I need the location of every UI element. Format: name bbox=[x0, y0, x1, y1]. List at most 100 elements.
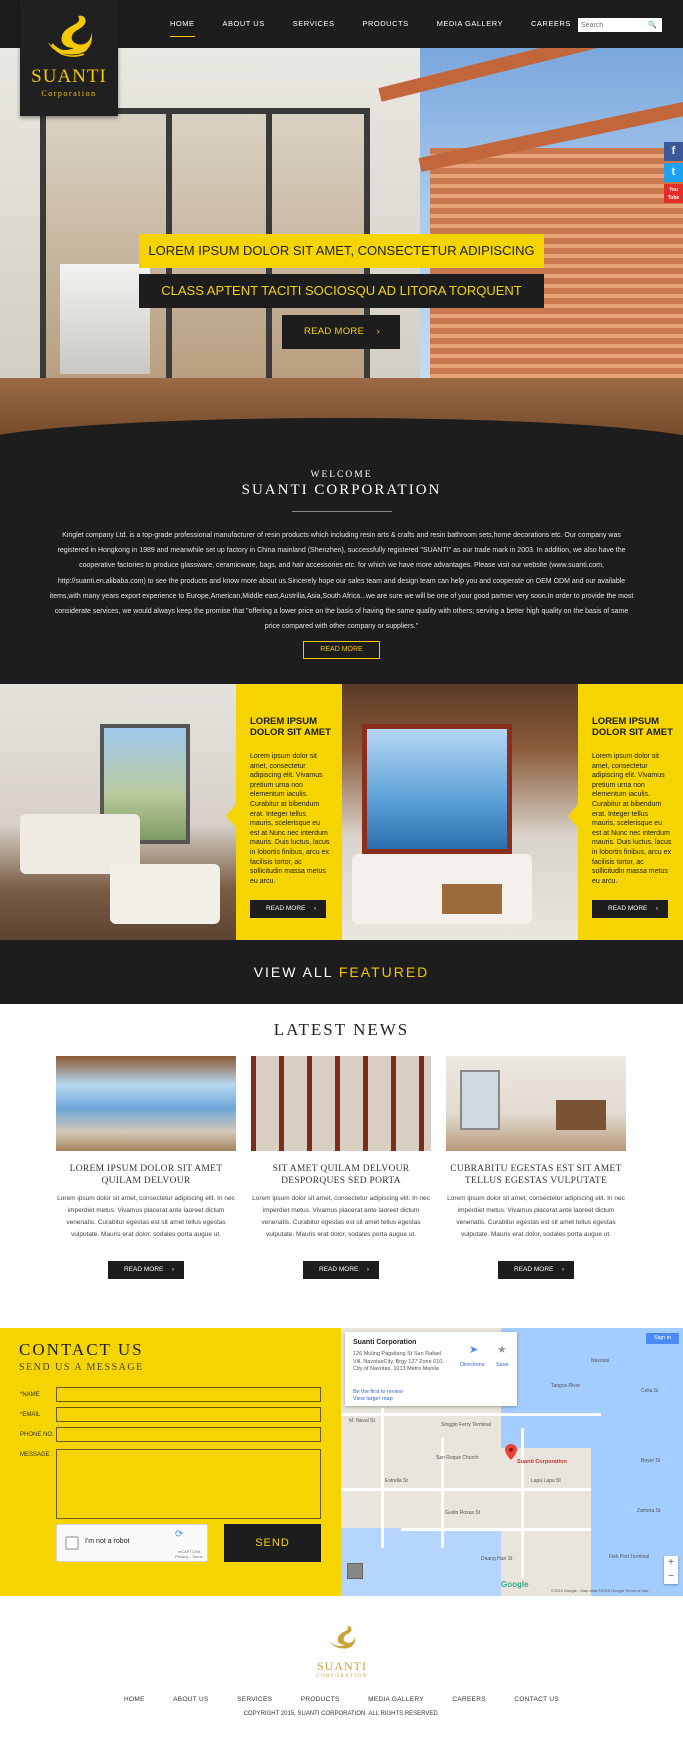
feature-image bbox=[0, 684, 236, 940]
hero-read-more-button[interactable]: READ MORE › bbox=[282, 315, 400, 349]
phone-field[interactable] bbox=[56, 1427, 321, 1442]
footer-logo[interactable]: SUANTI CORPORATION bbox=[310, 1624, 374, 1679]
logo-brand: SUANTI bbox=[31, 66, 107, 87]
google-logo: Google bbox=[501, 1580, 529, 1589]
zoom-in-icon[interactable]: + bbox=[664, 1556, 678, 1570]
footer-nav-media-gallery[interactable]: MEDIA GALLERY bbox=[368, 1696, 424, 1703]
feature-card: LOREM IPSUM DOLOR SIT AMET Lorem ipsum d… bbox=[226, 684, 342, 940]
recaptcha-widget: I'm not a robot ⟳ reCAPTCHA Privacy - Te… bbox=[56, 1524, 208, 1562]
map-label: San Roque Church bbox=[436, 1455, 479, 1461]
map-label: Lapu Lapu St bbox=[531, 1478, 561, 1484]
view-all-featured-link[interactable]: VIEW ALL FEATURED bbox=[0, 940, 683, 1004]
news-read-more-button[interactable]: READ MORE › bbox=[303, 1261, 379, 1279]
nav-services[interactable]: SERVICES bbox=[293, 17, 335, 37]
feature-read-more-button[interactable]: READ MORE › bbox=[250, 900, 326, 918]
nav-media-gallery[interactable]: MEDIA GALLERY bbox=[437, 17, 503, 37]
news-image[interactable] bbox=[251, 1056, 431, 1151]
contact-subtitle: SEND US A MESSAGE bbox=[19, 1362, 144, 1373]
map-label: M. Naval St bbox=[349, 1418, 375, 1424]
youtube-icon[interactable]: You Tube bbox=[664, 184, 683, 203]
welcome-paragraph: Kinglet company Ltd. is a top-grade prof… bbox=[49, 532, 634, 631]
zoom-out-icon[interactable]: − bbox=[664, 1570, 678, 1584]
email-label: *EMAIL bbox=[20, 1412, 41, 1418]
map-road bbox=[401, 1528, 591, 1531]
facebook-icon[interactable]: f bbox=[664, 142, 683, 161]
nav-careers[interactable]: CAREERS bbox=[531, 17, 571, 37]
email-field[interactable] bbox=[56, 1407, 321, 1422]
footer-nav-careers[interactable]: CAREERS bbox=[452, 1696, 486, 1703]
news-excerpt: Lorem ipsum dolor sit amet, consectetur … bbox=[447, 1195, 625, 1238]
map-water bbox=[341, 1528, 501, 1596]
directions-icon[interactable]: ➤ bbox=[469, 1343, 478, 1356]
save-link[interactable]: Save bbox=[496, 1362, 509, 1368]
news-button-label: READ MORE bbox=[124, 1266, 164, 1273]
message-field[interactable] bbox=[56, 1449, 321, 1519]
site-footer: SUANTI CORPORATION HOME ABOUT US SERVICE… bbox=[0, 1596, 683, 1756]
map-larger-link[interactable]: View larger map bbox=[353, 1396, 393, 1402]
feature-text: Lorem ipsum dolor sit amet, consectetur … bbox=[250, 753, 330, 885]
welcome-kicker: WELCOME bbox=[310, 470, 373, 480]
street-view-icon[interactable] bbox=[347, 1563, 363, 1579]
map-info-window: Suanti Corporation 126 Muling Pagsilang … bbox=[345, 1332, 517, 1406]
footer-nav-about[interactable]: ABOUT US bbox=[173, 1696, 209, 1703]
footer-nav-home[interactable]: HOME bbox=[124, 1696, 145, 1703]
recaptcha-links[interactable]: Privacy - Terms bbox=[175, 1554, 202, 1559]
divider bbox=[292, 511, 392, 512]
nav-about[interactable]: ABOUT US bbox=[223, 17, 265, 37]
map-pin-icon[interactable] bbox=[505, 1444, 517, 1460]
map-links: Be the first to review View larger map bbox=[353, 1389, 403, 1403]
news-read-more-button[interactable]: READ MORE › bbox=[498, 1261, 574, 1279]
map-place-name: Suanti Corporation bbox=[353, 1339, 417, 1346]
map-attribution: ©2015 Google - Map data ©2015 Google Ter… bbox=[551, 1588, 649, 1593]
logo-subtitle: Corporation bbox=[41, 89, 97, 98]
news-excerpt: Lorem ipsum dolor sit amet, consectetur … bbox=[252, 1195, 430, 1238]
map-label: Estrella St bbox=[385, 1478, 408, 1484]
news-item: LOREM IPSUM DOLOR SIT AMET QUILAM DELVOU… bbox=[56, 1056, 236, 1279]
news-item: CUBRABITU EGESTAS EST SIT AMET TELLUS EG… bbox=[446, 1056, 626, 1279]
twitter-icon[interactable]: t bbox=[664, 163, 683, 182]
news-heading[interactable]: CUBRABITU EGESTAS EST SIT AMET TELLUS EG… bbox=[446, 1163, 626, 1187]
map-sign-in-button[interactable]: Sign in bbox=[646, 1333, 679, 1344]
directions-link[interactable]: Directions bbox=[460, 1362, 484, 1368]
chevron-right-icon: › bbox=[561, 1266, 564, 1273]
send-button[interactable]: SEND bbox=[224, 1524, 321, 1562]
search-icon[interactable]: 🔍 bbox=[648, 21, 657, 29]
nav-products[interactable]: PRODUCTS bbox=[363, 17, 409, 37]
news-button-label: READ MORE bbox=[319, 1266, 359, 1273]
feature-card: LOREM IPSUM DOLOR SIT AMET Lorem ipsum d… bbox=[568, 684, 683, 940]
news-heading[interactable]: SIT AMET QUILAM DELVOUR DESPORQUES SED P… bbox=[251, 1163, 431, 1187]
map-address: 126 Muling Pagsilang St San Rafael Vill,… bbox=[353, 1351, 444, 1372]
footer-nav-contact[interactable]: CONTACT US bbox=[514, 1696, 559, 1703]
map-zoom-control: + − bbox=[664, 1556, 678, 1584]
search-input[interactable] bbox=[578, 21, 648, 29]
news-read-more-button[interactable]: READ MORE › bbox=[108, 1261, 184, 1279]
footer-nav-services[interactable]: SERVICES bbox=[237, 1696, 272, 1703]
news-excerpt: Lorem ipsum dolor sit amet, consectetur … bbox=[57, 1195, 235, 1238]
welcome-title: SUANTI CORPORATION bbox=[241, 482, 442, 498]
news-image[interactable] bbox=[446, 1056, 626, 1151]
name-field[interactable] bbox=[56, 1387, 321, 1402]
welcome-read-more-button[interactable]: READ MORE bbox=[303, 641, 380, 659]
recaptcha-checkbox[interactable] bbox=[65, 1536, 79, 1550]
news-item: SIT AMET QUILAM DELVOUR DESPORQUES SED P… bbox=[251, 1056, 431, 1279]
chevron-right-icon: › bbox=[313, 905, 316, 912]
google-map[interactable]: M. Naval St Tangos River Singgio Ferry T… bbox=[341, 1328, 683, 1596]
map-review-link[interactable]: Be the first to review bbox=[353, 1389, 403, 1395]
star-icon[interactable]: ★ bbox=[497, 1343, 507, 1356]
news-heading[interactable]: LOREM IPSUM DOLOR SIT AMET QUILAM DELVOU… bbox=[56, 1163, 236, 1187]
map-road bbox=[341, 1488, 591, 1491]
latest-news-section: LATEST NEWS LOREM IPSUM DOLOR SIT AMET Q… bbox=[0, 1004, 683, 1328]
footer-nav-products[interactable]: PRODUCTS bbox=[301, 1696, 340, 1703]
phone-label: PHONE NO. bbox=[20, 1432, 54, 1438]
recaptcha-icon: ⟳ bbox=[175, 1529, 184, 1540]
news-title: LATEST NEWS bbox=[273, 1020, 410, 1039]
news-image[interactable] bbox=[56, 1056, 236, 1151]
site-logo[interactable]: SUANTI Corporation bbox=[20, 0, 118, 116]
nav-home[interactable]: HOME bbox=[170, 17, 195, 37]
map-label: Celia St bbox=[641, 1388, 659, 1394]
message-label: MESSAGE bbox=[20, 1452, 50, 1458]
footer-brand-subtitle: CORPORATION bbox=[316, 1674, 368, 1679]
feature-read-more-button[interactable]: READ MORE › bbox=[592, 900, 668, 918]
feature-button-label: READ MORE bbox=[608, 905, 648, 912]
map-road bbox=[341, 1413, 601, 1416]
